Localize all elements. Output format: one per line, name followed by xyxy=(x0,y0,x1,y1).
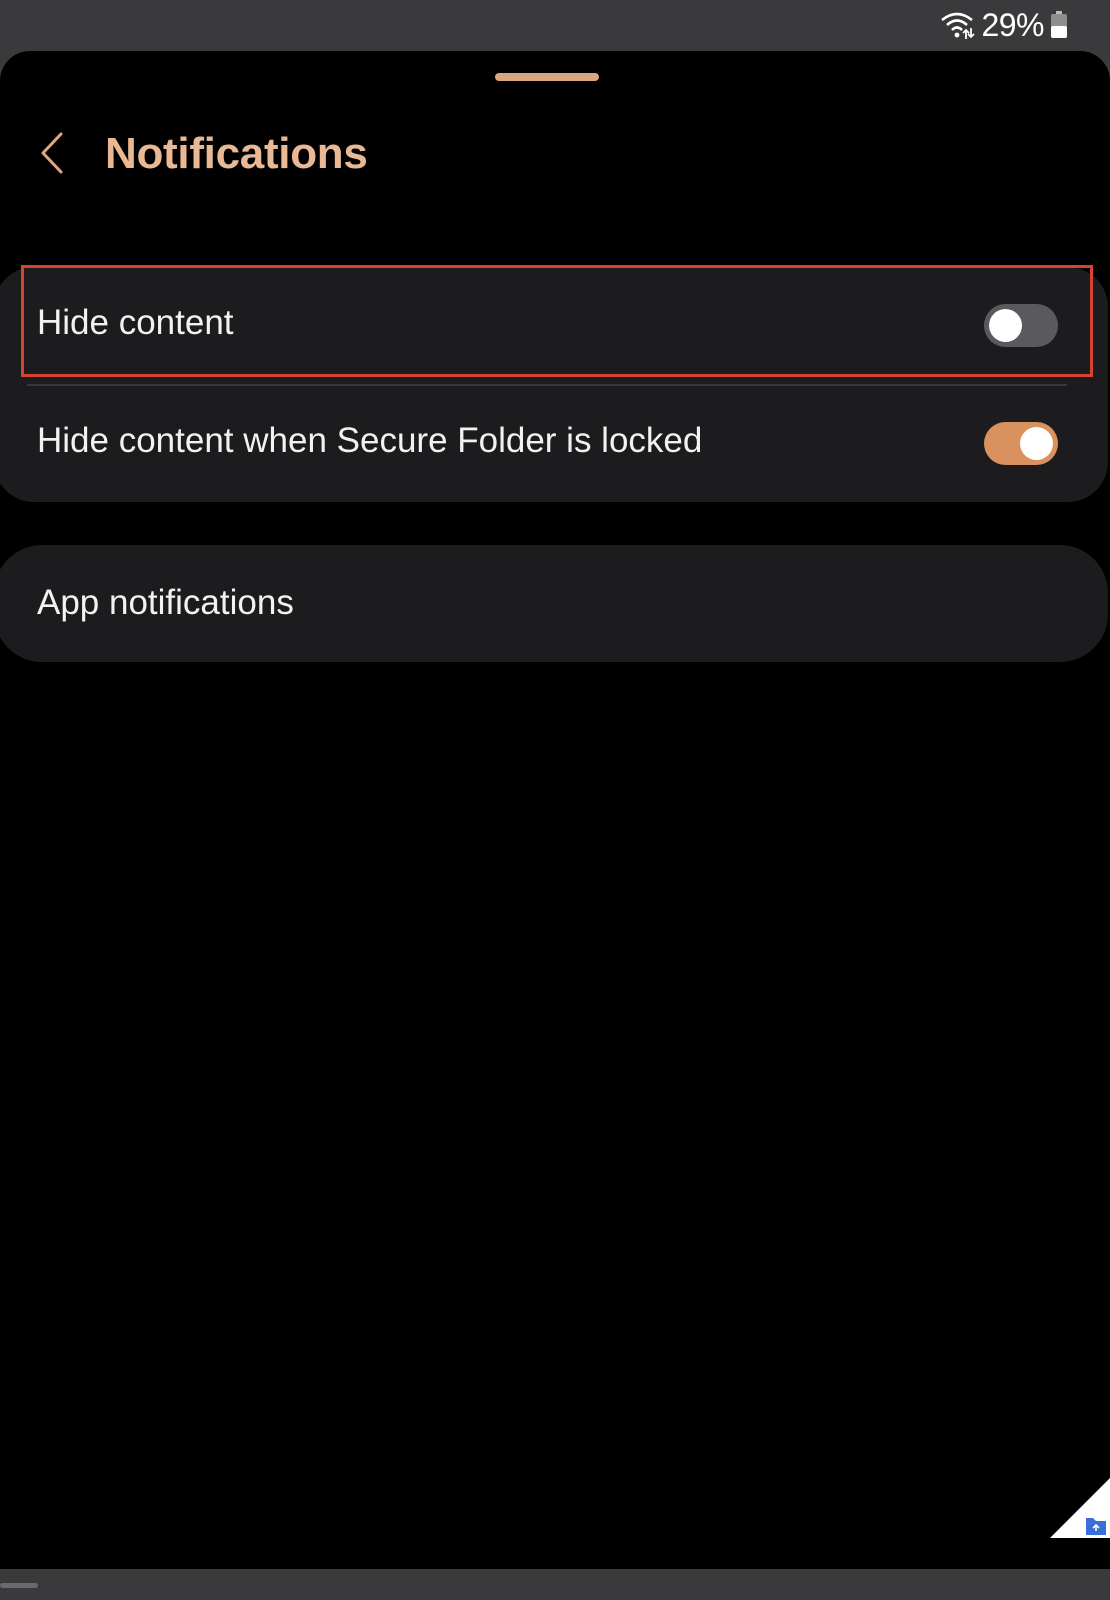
hide-content-secure-folder-label: Hide content when Secure Folder is locke… xyxy=(37,421,703,460)
status-icons: 29% xyxy=(939,6,1068,43)
hide-content-toggle[interactable] xyxy=(984,304,1058,347)
battery-percent: 29% xyxy=(981,6,1044,43)
page-title: Notifications xyxy=(105,129,368,178)
hide-content-label: Hide content xyxy=(37,303,234,342)
nav-handle xyxy=(0,1583,38,1588)
privacy-settings-card: Hide content Hide content when Secure Fo… xyxy=(0,267,1108,502)
toggle-knob xyxy=(989,309,1022,342)
wifi-icon xyxy=(939,10,976,40)
battery-icon xyxy=(1050,11,1068,39)
app-notifications-card[interactable]: App notifications xyxy=(0,545,1108,662)
hide-content-row[interactable]: Hide content xyxy=(0,267,1108,384)
status-bar: 29% xyxy=(0,0,1110,50)
back-button[interactable] xyxy=(24,127,80,183)
chevron-left-icon xyxy=(37,131,67,180)
drag-handle[interactable] xyxy=(495,73,599,81)
header: Notifications xyxy=(0,121,1110,211)
toggle-knob xyxy=(1020,427,1053,460)
settings-sheet: Notifications Hide content Hide content … xyxy=(0,51,1110,1569)
hide-content-secure-folder-toggle[interactable] xyxy=(984,422,1058,465)
hide-content-secure-folder-row[interactable]: Hide content when Secure Folder is locke… xyxy=(0,385,1108,502)
bottom-bar xyxy=(0,1569,1110,1600)
app-notifications-label: App notifications xyxy=(37,583,294,622)
folder-badge-icon xyxy=(1050,1478,1110,1538)
